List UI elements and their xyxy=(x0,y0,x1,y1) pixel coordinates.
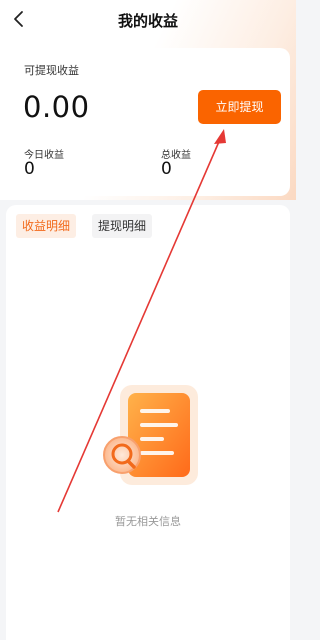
earnings-card: 可提现收益 0.00 立即提现 今日收益 0 总收益 0 xyxy=(6,48,290,196)
withdraw-now-button[interactable]: 立即提现 xyxy=(198,90,281,124)
total-earnings-value: 0 xyxy=(161,159,172,179)
navigation-bar: 我的收益 xyxy=(0,0,296,42)
empty-state-message: 暂无相关信息 xyxy=(115,515,181,528)
empty-document-search-icon xyxy=(103,385,198,485)
page-title: 我的收益 xyxy=(117,12,178,30)
today-earnings-value: 0 xyxy=(24,159,35,179)
records-panel: 收益明细 提现明细 暂无相关信息 xyxy=(6,205,290,640)
tab-earnings-details[interactable]: 收益明细 xyxy=(16,214,77,238)
withdrawable-earnings-amount: 0.00 xyxy=(23,90,90,124)
tab-withdrawal-details[interactable]: 提现明细 xyxy=(92,214,153,238)
withdrawable-earnings-label: 可提现收益 xyxy=(24,64,79,77)
